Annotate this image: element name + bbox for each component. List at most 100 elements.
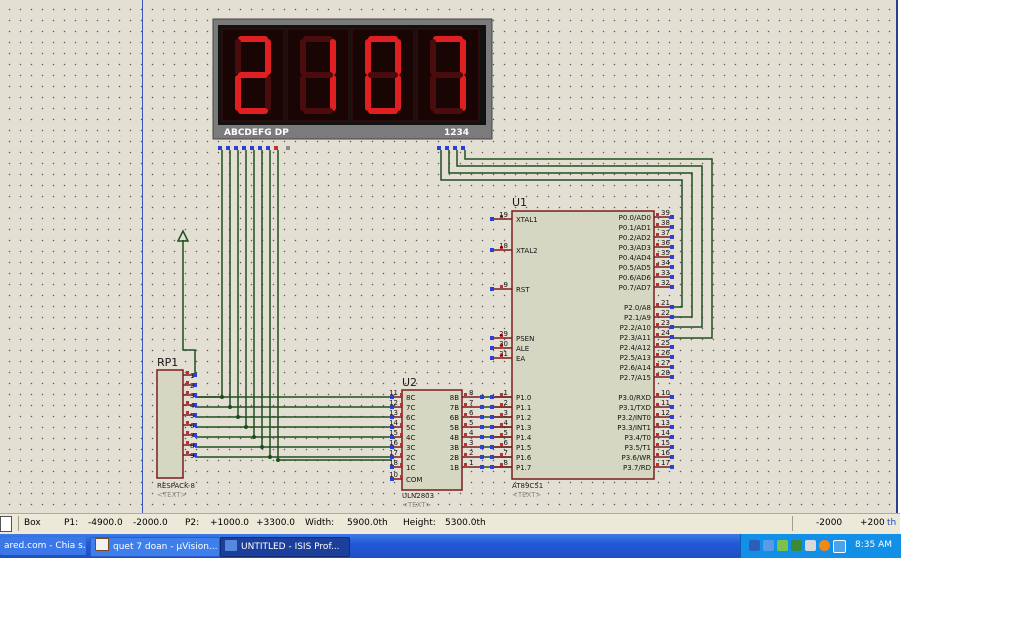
pin-end bbox=[670, 365, 674, 369]
pin-number: 10 bbox=[389, 471, 398, 479]
language-icon[interactable] bbox=[833, 540, 846, 553]
pin-number: 32 bbox=[661, 279, 670, 287]
pin-end bbox=[490, 287, 494, 291]
pin-marker bbox=[464, 413, 467, 416]
pin-marker bbox=[656, 233, 659, 236]
pin-label: 2B bbox=[450, 454, 459, 462]
pin-label: P0.6/AD6 bbox=[619, 274, 652, 282]
pin-marker bbox=[400, 463, 403, 466]
monitor-icon[interactable] bbox=[749, 540, 760, 551]
pin-number: 12 bbox=[389, 399, 398, 407]
pin-label: 4B bbox=[450, 434, 459, 442]
pin-number: 15 bbox=[389, 429, 398, 437]
pin-number: 30 bbox=[499, 340, 508, 348]
pin-number: 17 bbox=[389, 449, 398, 457]
pin-marker bbox=[656, 443, 659, 446]
status-bar: Box P1: -4900.0 -2000.0 P2: +1000.0 +330… bbox=[0, 513, 900, 534]
pin-number: 7 bbox=[190, 432, 194, 440]
pin-end bbox=[670, 265, 674, 269]
pin-label: P2.3/A11 bbox=[620, 334, 651, 342]
pin-label: 8B bbox=[450, 394, 459, 402]
pin-number: 6 bbox=[504, 439, 509, 447]
pin-marker bbox=[400, 403, 403, 406]
pin-label: 3C bbox=[406, 444, 415, 452]
pin-number: 16 bbox=[661, 449, 670, 457]
pin-label: 1C bbox=[406, 464, 415, 472]
pin-label: P2.6/A14 bbox=[620, 364, 652, 372]
pin-number: 16 bbox=[389, 439, 398, 447]
pin-number: 1 bbox=[190, 372, 194, 380]
schematic-canvas[interactable]: ABCDEFG DP 1234 RP1 RESPACK-8 <TEXT> 1 2… bbox=[0, 0, 898, 513]
pin-end bbox=[670, 245, 674, 249]
pin-marker bbox=[656, 453, 659, 456]
pin-label: P1.1 bbox=[516, 404, 531, 412]
taskbar-item-browser[interactable]: ared.com - Chia s... bbox=[0, 537, 86, 555]
rp1-resistor-pack[interactable]: RP1 RESPACK-8 <TEXT> 1 2 3 4 5 6 7 8 9 bbox=[156, 356, 197, 499]
pin-number: 5 bbox=[190, 412, 194, 420]
taskbar-item-isis[interactable]: UNTITLED - ISIS Prof... bbox=[220, 537, 350, 557]
display-digit-3 bbox=[351, 28, 415, 122]
pin-number: 13 bbox=[661, 419, 670, 427]
power-terminal-icon[interactable] bbox=[176, 229, 190, 242]
pin-label: P0.7/AD7 bbox=[619, 284, 651, 292]
pin-number: 31 bbox=[499, 350, 508, 358]
pin-marker bbox=[186, 431, 189, 434]
pin-number: 8 bbox=[504, 459, 508, 467]
pin-number: 39 bbox=[661, 209, 670, 217]
pin-number: 4 bbox=[190, 402, 195, 410]
u1-text: <TEXT> bbox=[512, 491, 542, 499]
pin-label: 2C bbox=[406, 454, 415, 462]
pin-number: 19 bbox=[499, 211, 508, 219]
pin-label: 1B bbox=[450, 464, 459, 472]
pin-end bbox=[670, 215, 674, 219]
pin-label: 7C bbox=[406, 404, 415, 412]
pin-number: 3 bbox=[190, 392, 194, 400]
pin-marker bbox=[186, 371, 189, 374]
segment-pins-label: ABCDEFG DP bbox=[224, 128, 289, 138]
pin-marker bbox=[656, 363, 659, 366]
pin-number: 8 bbox=[190, 442, 194, 450]
pin-number: 7 bbox=[469, 399, 473, 407]
pin-marker bbox=[464, 443, 467, 446]
u1-at89c51[interactable]: U1 AT89C51 <TEXT> 19XTAL118XTAL29RST29PS… bbox=[490, 196, 674, 499]
status-toggle-button[interactable] bbox=[0, 516, 12, 532]
antivirus-icon[interactable] bbox=[791, 540, 802, 551]
pin-end bbox=[670, 445, 674, 449]
pin-end bbox=[490, 455, 494, 459]
pin-marker bbox=[656, 433, 659, 436]
pin-marker bbox=[656, 243, 659, 246]
pin-number: 17 bbox=[661, 459, 670, 467]
pin-end bbox=[670, 325, 674, 329]
pin-number: 33 bbox=[661, 269, 670, 277]
pin-number: 2 bbox=[469, 449, 473, 457]
pin-label: P3.0/RXD bbox=[618, 394, 651, 402]
pin-end bbox=[490, 445, 494, 449]
pin-marker bbox=[656, 273, 659, 276]
digit-select-label: 1234 bbox=[444, 128, 469, 138]
pin-label: P1.7 bbox=[516, 464, 531, 472]
display-digit-1 bbox=[221, 28, 285, 122]
update-icon[interactable] bbox=[819, 540, 830, 551]
pin-marker bbox=[186, 391, 189, 394]
pin-number: 1 bbox=[504, 389, 508, 397]
messenger-icon[interactable] bbox=[777, 540, 788, 551]
pin-label: P1.0 bbox=[516, 394, 531, 402]
pin-number: 26 bbox=[661, 349, 670, 357]
pin-marker bbox=[656, 403, 659, 406]
pin-end bbox=[670, 455, 674, 459]
task-label: quet 7 doan - µVision... bbox=[113, 542, 218, 552]
seven-segment-display[interactable]: ABCDEFG DP 1234 bbox=[212, 18, 493, 140]
u2-uln2803[interactable]: U2 ULN2803 <TEXT> 118C127C136C145C154C16… bbox=[389, 376, 484, 509]
pin-label: P1.4 bbox=[516, 434, 532, 442]
status-coord-x: -2000 bbox=[816, 518, 843, 528]
pin-end bbox=[480, 455, 484, 459]
pin-number: 9 bbox=[504, 281, 508, 289]
schematic-drawing: ABCDEFG DP 1234 RP1 RESPACK-8 <TEXT> 123… bbox=[156, 18, 713, 509]
pin-label: 6B bbox=[450, 414, 459, 422]
taskbar-item-uvision[interactable]: quet 7 doan - µVision... bbox=[90, 537, 220, 557]
pin-label: 4C bbox=[406, 434, 415, 442]
volume-icon[interactable] bbox=[805, 540, 816, 551]
pin-marker bbox=[186, 381, 189, 384]
network-icon[interactable] bbox=[763, 540, 774, 551]
pin-marker bbox=[186, 441, 189, 444]
